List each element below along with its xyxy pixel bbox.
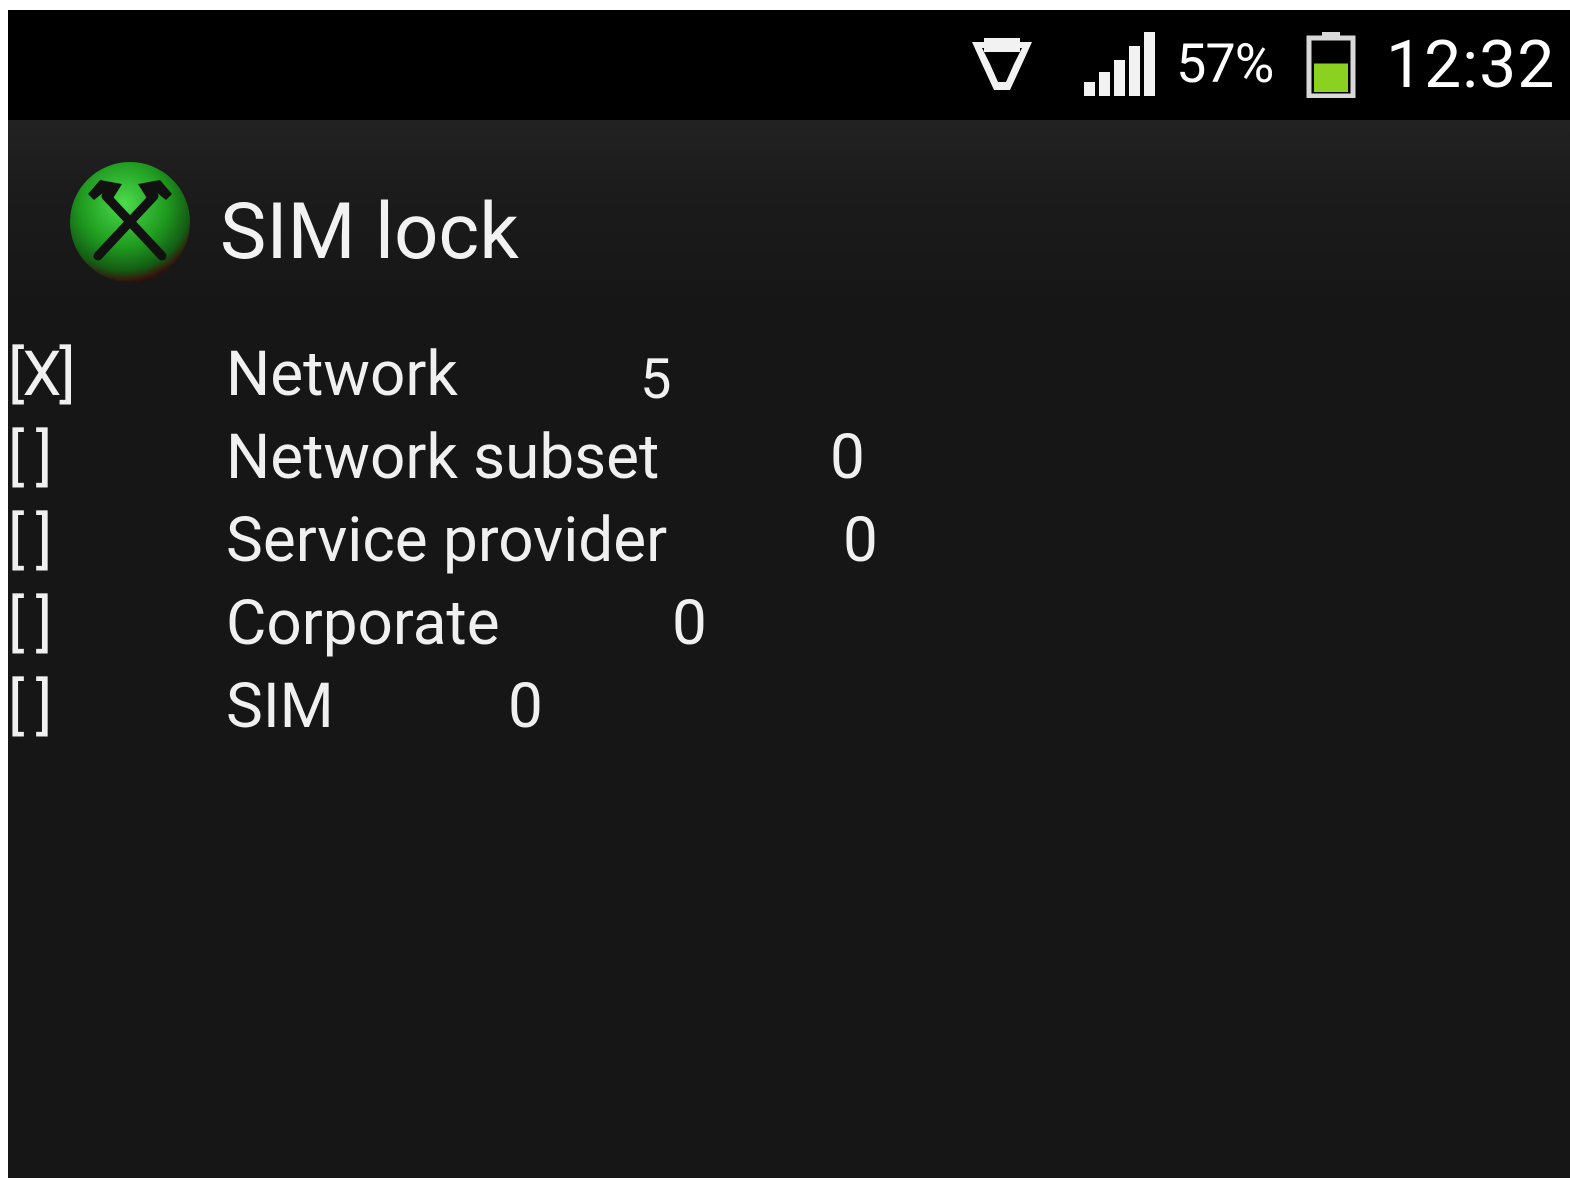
lock-label: Network bbox=[226, 338, 458, 411]
lock-value: 0 bbox=[672, 587, 707, 660]
lock-checkbox: [ ] bbox=[8, 421, 52, 494]
lock-checkbox: [ ] bbox=[8, 670, 52, 743]
lock-row-sim: [ ] SIM 0 bbox=[8, 667, 1570, 747]
lock-value: 5 bbox=[640, 346, 672, 412]
cell-signal-icon bbox=[1084, 32, 1156, 98]
app-header: SIM lock bbox=[8, 120, 1570, 310]
lock-value: 0 bbox=[843, 504, 878, 577]
lock-label: Network subset bbox=[226, 421, 660, 494]
lock-row-corporate: [ ] Corporate 0 bbox=[8, 584, 1570, 664]
status-bar: 57% 12:32 bbox=[8, 10, 1570, 120]
usb-debugging-icon bbox=[964, 34, 1040, 98]
lock-value: 0 bbox=[508, 670, 543, 743]
lock-label: SIM bbox=[226, 670, 334, 743]
lock-row-service-provider: [ ] Service provider 0 bbox=[8, 501, 1570, 581]
lock-checkbox: [X] bbox=[8, 338, 76, 411]
lock-row-network-subset: [ ] Network subset 0 bbox=[8, 418, 1570, 498]
lock-checkbox: [ ] bbox=[8, 504, 52, 577]
page-title: SIM lock bbox=[220, 187, 519, 278]
lock-label: Service provider bbox=[226, 504, 668, 577]
battery-percent: 57% bbox=[1176, 33, 1274, 96]
lock-value: 0 bbox=[830, 421, 865, 494]
lock-label: Corporate bbox=[226, 587, 500, 660]
crossed-hammers-icon bbox=[68, 160, 192, 284]
battery-icon bbox=[1306, 32, 1356, 99]
lock-row-network: [X] Network 5 bbox=[8, 335, 1570, 415]
clock: 12:32 bbox=[1386, 27, 1556, 104]
phone-screen: 57% 12:32 SIM lock [X] Network 5 [] Net… bbox=[8, 10, 1570, 1178]
lock-checkbox: [ ] bbox=[8, 587, 52, 660]
